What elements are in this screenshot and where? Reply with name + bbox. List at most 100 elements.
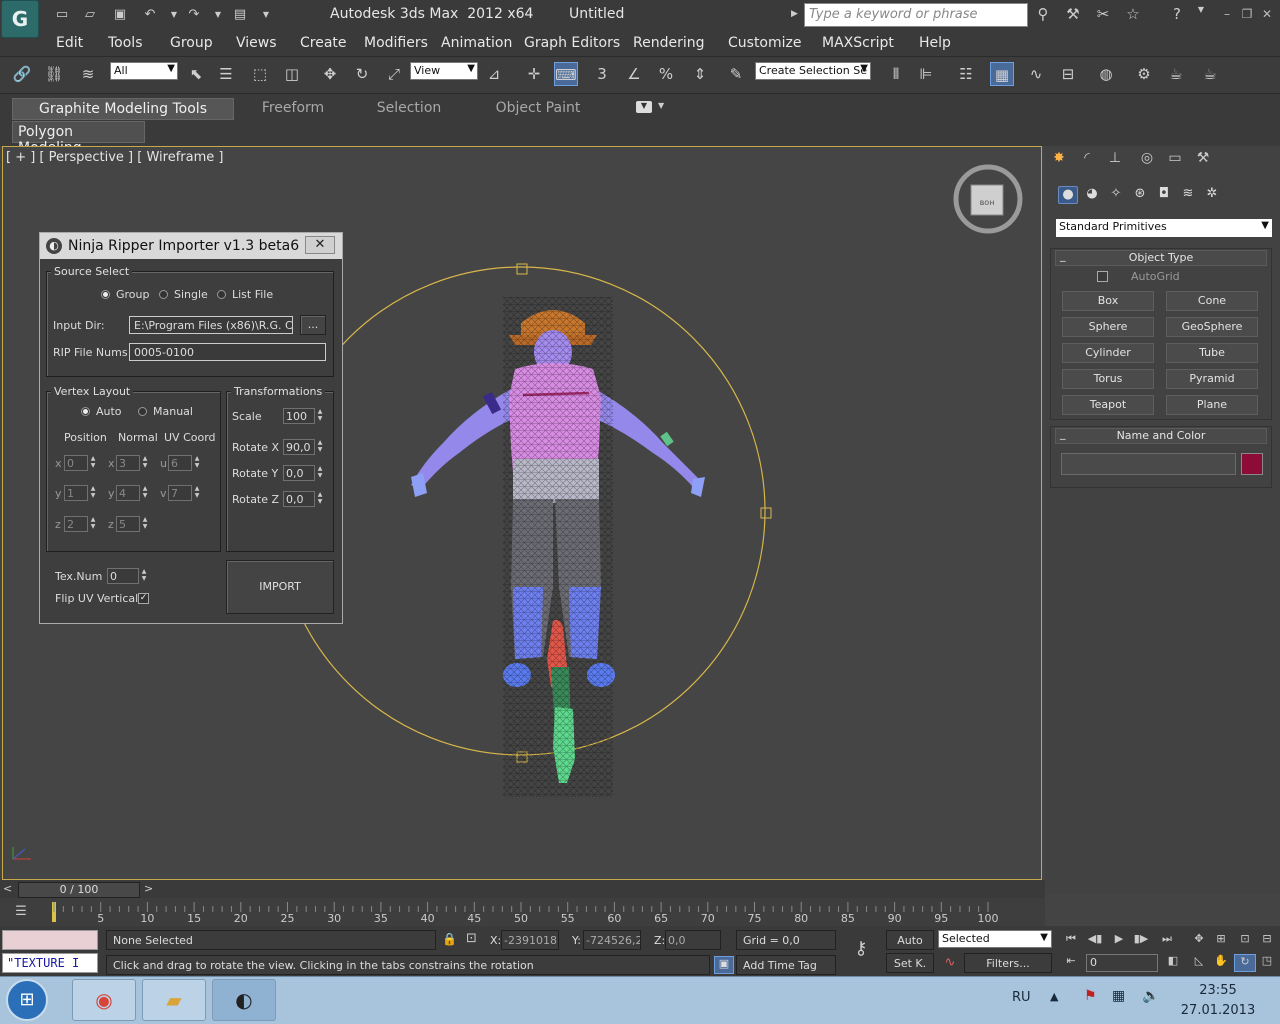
rotate-x-spinner[interactable]: 90,0: [283, 439, 315, 455]
ribbon-options-icon[interactable]: ▼: [658, 101, 664, 110]
menu-views[interactable]: Views: [236, 35, 277, 51]
viewport-label[interactable]: [ + ] [ Perspective ] [ Wireframe ]: [6, 150, 223, 165]
save-file-icon[interactable]: ▣: [110, 6, 130, 24]
field-of-view-icon[interactable]: ◺: [1188, 954, 1210, 972]
rectangular-selection-icon[interactable]: ⬚: [248, 62, 272, 86]
open-file-icon[interactable]: ▱: [80, 6, 100, 24]
clock-time[interactable]: 23:55: [1180, 983, 1256, 998]
time-slider-thumb[interactable]: 0 / 100: [18, 882, 140, 898]
lights-icon[interactable]: ✧: [1106, 186, 1126, 204]
rotate-y-spinner[interactable]: 0,0: [283, 465, 315, 481]
new-file-icon[interactable]: ▭: [52, 6, 72, 24]
polygon-modeling-panel[interactable]: Polygon Modeling: [12, 121, 145, 156]
radio-group[interactable]: [101, 290, 110, 299]
select-by-name-icon[interactable]: ☰: [214, 62, 238, 86]
pos-x-spinner-arrows[interactable]: ▲ ▼: [88, 455, 98, 471]
ribbon-minimize-icon[interactable]: ▼: [636, 101, 652, 113]
pos-y-spinner[interactable]: 1: [64, 485, 88, 501]
angle-snap-icon[interactable]: ∠: [622, 62, 646, 86]
torus-button[interactable]: Torus: [1062, 369, 1154, 389]
y-coord-field[interactable]: -724526,2: [583, 930, 641, 950]
select-and-scale-icon[interactable]: ⤢: [382, 62, 406, 86]
play-icon[interactable]: ▶: [1108, 932, 1130, 950]
undo-icon[interactable]: ↶: [140, 6, 160, 24]
percent-snap-icon[interactable]: %: [654, 62, 678, 86]
mini-curve-editor-icon[interactable]: ☰: [10, 904, 32, 922]
radio-single[interactable]: [159, 290, 168, 299]
graphite-toggle-icon[interactable]: ▦: [990, 62, 1014, 86]
time-tag-icon[interactable]: ▣: [714, 956, 734, 974]
search-expand-icon[interactable]: ▶: [791, 9, 798, 19]
uv-v-spinner-arrows[interactable]: ▲ ▼: [192, 485, 202, 501]
normal-z-spinner[interactable]: 5: [116, 516, 140, 532]
material-editor-icon[interactable]: ◍: [1094, 62, 1118, 86]
plane-button[interactable]: Plane: [1166, 395, 1258, 415]
chrome-taskbar-icon[interactable]: ◉: [72, 979, 136, 1021]
uv-u-spinner-arrows[interactable]: ▲ ▼: [192, 455, 202, 471]
unlink-selection-icon[interactable]: ⛓: [42, 62, 66, 86]
dialog-close-button[interactable]: ✕: [305, 236, 335, 254]
z-coord-field[interactable]: 0,0: [665, 930, 721, 950]
start-button[interactable]: ⊞: [6, 979, 48, 1021]
maximize-viewport-icon[interactable]: ◳: [1256, 954, 1278, 972]
tab-object-paint[interactable]: Object Paint: [480, 98, 596, 120]
normal-x-spinner-arrows[interactable]: ▲ ▼: [140, 455, 150, 471]
create-tab-icon[interactable]: ✸: [1048, 150, 1070, 170]
project-folder-icon[interactable]: ▤: [230, 6, 250, 24]
redo-dropdown-icon[interactable]: ▼: [208, 6, 228, 24]
rotate-z-spinner[interactable]: 0,0: [283, 491, 315, 507]
layer-manager-icon[interactable]: ☷: [954, 62, 978, 86]
time-slider-prev[interactable]: <: [3, 882, 12, 895]
binoculars-icon[interactable]: ⚲: [1032, 5, 1054, 25]
snaps-toggle-icon[interactable]: 3: [590, 62, 614, 86]
utilities-tab-icon[interactable]: ⚒: [1192, 150, 1214, 170]
radio-auto[interactable]: [81, 407, 90, 416]
tex-num-spinner-arrows[interactable]: ▲ ▼: [139, 568, 149, 584]
maxscript-mini-listener-bottom[interactable]: "TEXTURE I: [2, 953, 98, 973]
box-button[interactable]: Box: [1062, 291, 1154, 311]
volume-icon[interactable]: 🔈: [1142, 988, 1159, 1004]
add-time-tag-button[interactable]: Add Time Tag: [736, 955, 836, 975]
menu-group[interactable]: Group: [170, 35, 213, 51]
key-mode-toggle-icon[interactable]: ⇤: [1060, 954, 1082, 972]
render-production-icon[interactable]: ☕: [1198, 62, 1222, 86]
search-input[interactable]: Type a keyword or phrase: [804, 3, 1028, 27]
favorites-star-icon[interactable]: ☆: [1122, 5, 1144, 25]
radio-list-file[interactable]: [217, 290, 226, 299]
menu-animation[interactable]: Animation: [441, 35, 512, 51]
pos-z-spinner[interactable]: 2: [64, 516, 88, 532]
object-color-swatch[interactable]: [1241, 453, 1263, 475]
pivot-center-icon[interactable]: ⊿: [482, 62, 506, 86]
time-slider-next[interactable]: >: [144, 882, 153, 895]
select-and-manipulate-icon[interactable]: ✛: [522, 62, 546, 86]
application-menu-button[interactable]: G: [1, 0, 39, 38]
minimize-icon[interactable]: –: [1218, 7, 1236, 21]
3dsmax-taskbar-icon[interactable]: ◐: [212, 979, 276, 1021]
zoom-extents-icon[interactable]: ⊡: [1234, 932, 1256, 950]
scale-spinner[interactable]: 100: [283, 408, 315, 424]
flip-uv-checkbox[interactable]: ✓: [138, 593, 149, 604]
tab-graphite-modeling-tools[interactable]: Graphite Modeling Tools: [12, 98, 234, 120]
display-tab-icon[interactable]: ▭: [1164, 150, 1186, 170]
motion-tab-icon[interactable]: ◎: [1136, 150, 1158, 170]
systems-icon[interactable]: ✲: [1202, 186, 1222, 204]
select-and-rotate-icon[interactable]: ↻: [350, 62, 374, 86]
keyboard-shortcut-override-icon[interactable]: ⌨: [554, 62, 578, 86]
normal-y-spinner-arrows[interactable]: ▲ ▼: [140, 485, 150, 501]
zoom-icon[interactable]: ✥: [1188, 932, 1210, 950]
hierarchy-tab-icon[interactable]: ⊥: [1104, 150, 1126, 170]
zoom-all-icon[interactable]: ⊞: [1210, 932, 1232, 950]
helpers-icon[interactable]: ◘: [1154, 186, 1174, 204]
menu-create[interactable]: Create: [300, 35, 347, 51]
cylinder-button[interactable]: Cylinder: [1062, 343, 1154, 363]
orbit-icon[interactable]: ↻: [1234, 954, 1256, 972]
menu-help[interactable]: Help: [919, 35, 951, 51]
import-button[interactable]: IMPORT: [226, 560, 334, 614]
selection-filter-dropdown[interactable]: All ▼: [110, 62, 178, 80]
zoom-extents-all-icon[interactable]: ⊟: [1256, 932, 1278, 950]
clock-date[interactable]: 27.01.2013: [1178, 1003, 1258, 1018]
reference-coordinate-dropdown[interactable]: View ▼: [410, 62, 478, 80]
rip-file-nums-field[interactable]: 0005-0100: [129, 343, 326, 361]
maxscript-mini-listener-top[interactable]: [2, 930, 98, 950]
radio-manual[interactable]: [138, 407, 147, 416]
